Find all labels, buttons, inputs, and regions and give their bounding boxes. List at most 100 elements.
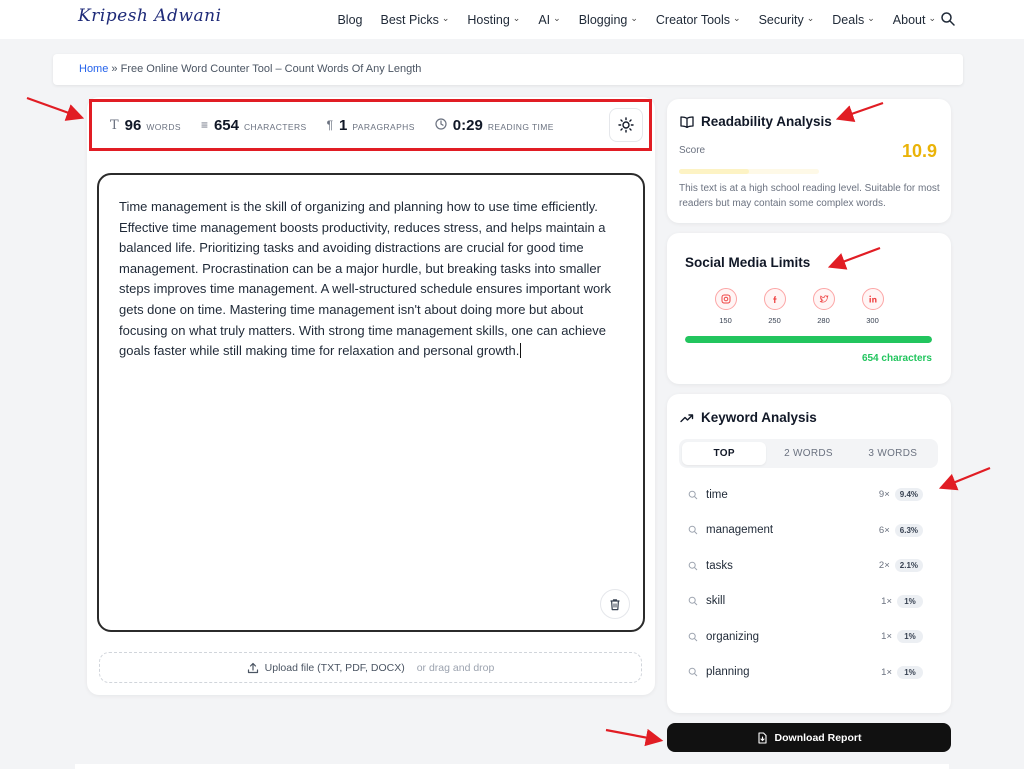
text-input-area[interactable]: Time management is the skill of organizi… (97, 173, 645, 632)
chevron-down-icon: ⌄ (928, 13, 936, 23)
nav-item-creator-tools[interactable]: Creator Tools ⌄ (656, 13, 741, 27)
keyword-word: planning (706, 666, 750, 679)
keyword-row[interactable]: planning 1× 1% (679, 655, 923, 691)
twitter-limit: 280 (817, 316, 830, 325)
keyword-percent: 6.3% (894, 523, 923, 537)
text-cursor (520, 343, 522, 359)
keyword-count: 1× (881, 666, 892, 678)
chevron-down-icon: ⌄ (553, 13, 561, 23)
nav-item-about[interactable]: About ⌄ (893, 13, 936, 27)
nav-item-best-picks[interactable]: Best Picks ⌄ (381, 13, 450, 27)
download-label: Download Report (774, 731, 862, 744)
chevron-down-icon: ⌄ (733, 13, 741, 23)
clear-text-button[interactable] (600, 589, 630, 619)
stat-paragraphs: ¶ 1 PARAGRAPHS (327, 117, 415, 134)
nav-label: About (892, 12, 926, 27)
nav-item-ai[interactable]: AI ⌄ (538, 13, 560, 27)
keyword-percent: 1% (897, 630, 923, 644)
stat-words: T 96 WORDS (110, 117, 181, 134)
upload-label: Upload file (TXT, PDF, DOCX) (264, 661, 405, 674)
footer-edge (75, 764, 949, 769)
pilcrow-icon: ¶ (326, 118, 334, 132)
arrow-to-stats (26, 96, 85, 121)
nav-label: Creator Tools (655, 12, 731, 27)
keyword-count: 6× (878, 524, 890, 536)
social-linkedin: 300 (855, 288, 890, 325)
social-title: Social Media Limits (685, 255, 811, 270)
keyword-title-text: Keyword Analysis (701, 410, 817, 425)
readability-title: Readability Analysis (680, 114, 832, 129)
keyword-row[interactable]: organizing 1× 1% (679, 619, 923, 655)
keyword-row[interactable]: time 9× 9.4% (679, 477, 923, 513)
stat-reading-time: 0:29 READING TIME (435, 117, 554, 134)
reading-time-value: 0:29 (452, 116, 483, 134)
chevron-down-icon: ⌄ (806, 13, 815, 23)
social-character-count: 654 characters (861, 353, 932, 364)
chevron-down-icon: ⌄ (512, 13, 521, 23)
nav-item-security[interactable]: Security ⌄ (759, 13, 815, 27)
nav-label: Blog (337, 12, 363, 27)
keyword-title: Keyword Analysis (680, 410, 817, 425)
breadcrumb-home-link[interactable]: Home (79, 63, 108, 75)
keyword-analysis-card: Keyword Analysis TOP 2 WORDS 3 WORDS tim… (667, 394, 951, 713)
readability-description: This text is at a high school reading le… (679, 183, 940, 209)
nav-item-blog[interactable]: Blog (337, 13, 362, 27)
site-header: Kripesh Adwani Blog Best Picks ⌄ Hosting ⌄… (0, 0, 1024, 39)
reading-time-label: READING TIME (487, 121, 554, 132)
social-progress-bar (685, 336, 932, 343)
nav-label: Blogging (578, 12, 628, 27)
score-bar (679, 169, 819, 174)
keyword-list: time 9× 9.4% management 6× 6.3% tasks 2×… (679, 477, 923, 690)
search-icon[interactable] (940, 11, 956, 27)
readability-card: Readability Analysis Score 10.9 This tex… (667, 99, 951, 223)
social-media-card: Social Media Limits 150 250 280 300 654 … (667, 233, 951, 384)
keyword-row[interactable]: skill 1× 1% (679, 584, 923, 620)
theme-toggle-button[interactable] (609, 108, 643, 142)
tab-3-words[interactable]: 3 WORDS (851, 442, 935, 465)
keyword-percent: 1% (897, 665, 923, 679)
trash-icon (610, 598, 620, 610)
keyword-percent: 1% (897, 594, 923, 608)
clock-icon (435, 117, 447, 133)
paragraphs-count: 1 (339, 116, 348, 134)
instagram-icon (714, 288, 737, 310)
upload-dropzone[interactable]: Upload file (TXT, PDF, DOCX) or drag and… (99, 652, 642, 683)
nav-label: AI (538, 12, 551, 27)
keyword-percent: 9.4% (894, 488, 923, 502)
score-bar-fill (679, 169, 749, 174)
keyword-count: 1× (881, 631, 892, 643)
nav-label: Best Picks (380, 12, 439, 27)
tab-top[interactable]: TOP (682, 442, 767, 465)
stat-characters: ≡ 654 CHARACTERS (201, 117, 307, 134)
keyword-count: 2× (878, 560, 890, 572)
arrow-to-download (605, 728, 664, 747)
keyword-word: tasks (706, 559, 733, 572)
nav-label: Security (758, 12, 804, 27)
score-value: 10.9 (901, 141, 937, 161)
nav-item-hosting[interactable]: Hosting ⌄ (467, 13, 520, 27)
social-progress-fill (685, 336, 932, 343)
breadcrumb-separator: » (111, 63, 118, 75)
keyword-row[interactable]: tasks 2× 2.1% (679, 548, 923, 584)
social-twitter: 280 (806, 288, 841, 325)
keyword-count: 9× (878, 489, 890, 501)
linkedin-icon (861, 288, 884, 310)
tab-2-words[interactable]: 2 WORDS (766, 442, 850, 465)
readability-title-text: Readability Analysis (701, 114, 832, 129)
words-label: WORDS (146, 121, 181, 132)
download-report-button[interactable]: Download Report (667, 723, 951, 752)
characters-count: 654 (213, 116, 239, 134)
score-label: Score (679, 145, 706, 156)
twitter-icon (812, 288, 835, 310)
upload-icon (247, 662, 258, 673)
keyword-tabs: TOP 2 WORDS 3 WORDS (679, 439, 938, 468)
site-logo[interactable]: Kripesh Adwani (78, 6, 222, 26)
upload-hint: or drag and drop (416, 661, 495, 674)
facebook-limit: 250 (768, 316, 781, 325)
nav-item-blogging[interactable]: Blogging ⌄ (579, 13, 638, 27)
keyword-row[interactable]: management 6× 6.3% (679, 513, 923, 549)
search-icon (688, 490, 698, 500)
text-icon: T (110, 117, 119, 133)
characters-label: CHARACTERS (244, 121, 307, 132)
nav-item-deals[interactable]: Deals ⌄ (832, 13, 875, 27)
